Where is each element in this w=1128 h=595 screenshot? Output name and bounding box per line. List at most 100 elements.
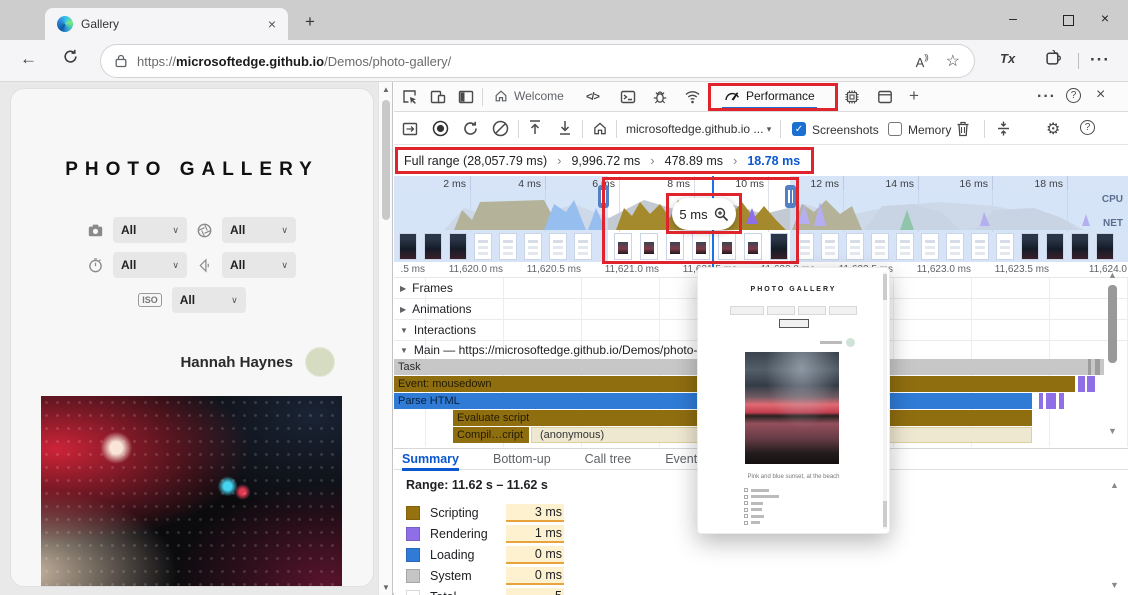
home-icon[interactable] — [592, 121, 608, 136]
flame-rendering-block[interactable] — [1046, 393, 1056, 409]
scroll-up-icon[interactable]: ▲ — [1108, 270, 1117, 280]
memory-chip-icon[interactable] — [844, 89, 860, 105]
save-profile-icon[interactable] — [558, 119, 572, 136]
gallery-photo[interactable] — [41, 396, 342, 587]
page-scrollbar[interactable]: ▲ ▼ — [378, 82, 392, 595]
scroll-up-icon[interactable]: ▲ — [1110, 480, 1119, 490]
translate-icon[interactable]: Tx — [1000, 51, 1015, 66]
filmstrip-thumb[interactable] — [896, 233, 914, 260]
filmstrip-thumb[interactable] — [640, 233, 658, 260]
filmstrip-thumb[interactable] — [996, 233, 1014, 260]
screenshot-filmstrip[interactable] — [394, 232, 1128, 262]
window-maximize-button[interactable] — [1063, 15, 1074, 26]
flash-filter-select[interactable]: All∨ — [222, 252, 296, 278]
shutter-filter-select[interactable]: All∨ — [113, 252, 187, 278]
back-button[interactable]: ← — [20, 49, 37, 69]
filmstrip-thumb[interactable] — [549, 233, 567, 260]
filmstrip-thumb[interactable] — [718, 233, 736, 260]
tab-summary[interactable]: Summary — [402, 452, 459, 466]
filmstrip-thumb[interactable] — [744, 233, 762, 260]
window-minimize-button[interactable]: – — [998, 10, 1028, 26]
read-aloud-icon[interactable]: A)) — [916, 53, 928, 70]
filmstrip-thumb[interactable] — [1071, 233, 1089, 260]
devtools-close-icon[interactable]: × — [1096, 86, 1105, 104]
filmstrip-thumb[interactable] — [871, 233, 889, 260]
tab-welcome[interactable]: Welcome — [494, 89, 564, 103]
tab-call-tree[interactable]: Call tree — [585, 452, 632, 466]
filmstrip-thumb[interactable] — [399, 233, 417, 260]
application-panel-icon[interactable] — [877, 89, 893, 105]
filmstrip-thumb[interactable] — [692, 233, 710, 260]
window-close-button[interactable]: × — [1090, 10, 1120, 26]
tab-performance[interactable]: Performance — [724, 89, 815, 103]
refresh-button[interactable] — [62, 48, 79, 65]
camera-filter-select[interactable]: All∨ — [113, 217, 187, 243]
filmstrip-thumb[interactable] — [1021, 233, 1039, 260]
help-icon[interactable]: ? — [1080, 120, 1095, 135]
record-button[interactable] — [432, 120, 449, 137]
filmstrip-thumb[interactable] — [796, 233, 814, 260]
memory-checkbox[interactable] — [888, 122, 902, 136]
record-reload-button[interactable] — [462, 120, 479, 137]
breadcrumb-level-1[interactable]: 9,996.72 ms — [571, 154, 640, 168]
origin-select[interactable]: microsoftedge.github.io ... ▾ — [626, 122, 771, 136]
debugger-bug-icon[interactable] — [652, 89, 668, 105]
scroll-down-icon[interactable]: ▼ — [1110, 580, 1119, 590]
devtools-menu-icon[interactable]: ··· — [1037, 88, 1056, 106]
sources-icon[interactable]: </> — [586, 91, 599, 103]
filmstrip-thumb[interactable] — [424, 233, 442, 260]
tab-close-icon[interactable]: × — [268, 16, 276, 32]
scroll-up-icon[interactable]: ▲ — [382, 85, 390, 94]
filmstrip-thumb[interactable] — [524, 233, 542, 260]
selection-handle-right[interactable] — [785, 185, 796, 208]
scroll-down-icon[interactable]: ▼ — [1108, 426, 1117, 436]
filmstrip-thumb[interactable] — [1096, 233, 1114, 260]
scrollbar-thumb[interactable] — [382, 100, 390, 220]
browser-tab-gallery[interactable]: Gallery × — [45, 8, 288, 40]
flame-rendering-block[interactable] — [1039, 393, 1043, 409]
favorite-star-icon[interactable]: ☆ — [946, 51, 960, 71]
scrollbar-thumb[interactable] — [1108, 285, 1117, 363]
flame-rendering-block[interactable] — [1059, 393, 1064, 409]
filmstrip-thumb[interactable] — [449, 233, 467, 260]
help-icon[interactable]: ? — [1066, 88, 1081, 103]
filmstrip-thumb[interactable] — [821, 233, 839, 260]
network-conditions-icon[interactable] — [684, 89, 701, 104]
extensions-icon[interactable] — [1045, 49, 1062, 66]
filmstrip-thumb[interactable] — [499, 233, 517, 260]
filmstrip-thumb[interactable] — [614, 233, 632, 260]
browser-menu-icon[interactable]: ··· — [1090, 50, 1110, 70]
filmstrip-thumb[interactable] — [574, 233, 592, 260]
console-icon[interactable] — [620, 89, 636, 105]
scroll-down-icon[interactable]: ▼ — [382, 583, 390, 592]
flame-compile-script[interactable]: Compil…cript — [453, 427, 529, 443]
filmstrip-thumb[interactable] — [946, 233, 964, 260]
capture-settings-gear-icon[interactable]: ⚙ — [1046, 119, 1060, 139]
trash-icon[interactable] — [956, 121, 970, 137]
avatar[interactable] — [305, 347, 335, 377]
filmstrip-thumb[interactable] — [921, 233, 939, 260]
inspect-icon[interactable] — [402, 89, 418, 105]
filmstrip-thumb[interactable] — [1046, 233, 1064, 260]
filmstrip-thumb[interactable] — [474, 233, 492, 260]
toggle-sidebar-icon[interactable] — [402, 121, 418, 137]
iso-filter-select[interactable]: All∨ — [172, 287, 246, 313]
breadcrumb-level-2[interactable]: 478.89 ms — [665, 154, 723, 168]
filmstrip-thumb[interactable] — [846, 233, 864, 260]
more-tabs-icon[interactable]: + — [909, 86, 919, 106]
collapse-panel-icon[interactable] — [996, 120, 1011, 137]
filmstrip-thumb[interactable] — [971, 233, 989, 260]
new-tab-button[interactable]: + — [305, 12, 315, 32]
filmstrip-thumb[interactable] — [666, 233, 684, 260]
load-profile-icon[interactable] — [528, 119, 542, 136]
filmstrip-thumb[interactable] — [770, 233, 788, 260]
flame-rendering-block[interactable] — [1087, 376, 1095, 392]
breadcrumb-full-range[interactable]: Full range (28,057.79 ms) — [404, 154, 547, 168]
tab-bottom-up[interactable]: Bottom-up — [493, 452, 551, 466]
clear-button[interactable] — [492, 120, 509, 137]
address-bar[interactable]: https://microsoftedge.github.io/Demos/ph… — [100, 44, 975, 78]
aperture-filter-select[interactable]: All∨ — [222, 217, 296, 243]
dock-side-icon[interactable] — [458, 89, 474, 105]
selection-handle-left[interactable] — [598, 185, 609, 208]
device-emulation-icon[interactable] — [430, 89, 446, 105]
